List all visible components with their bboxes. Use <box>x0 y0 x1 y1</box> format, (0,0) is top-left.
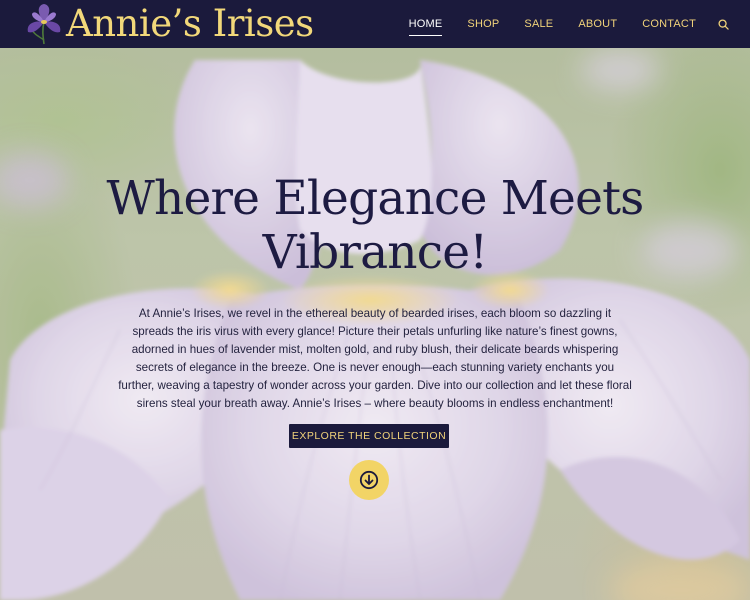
scroll-down-button[interactable] <box>349 460 389 500</box>
hero-description: At Annie’s Irises, we revel in the ether… <box>118 307 632 410</box>
main-nav: HOME SHOP SALE ABOUT CONTACT <box>384 0 730 48</box>
hero-title-line-1: Where Elegance Meets <box>106 171 645 226</box>
brand-home-link[interactable]: Annie’s Irises <box>20 0 314 48</box>
explore-collection-button[interactable]: EXPLORE THE COLLECTION <box>289 424 449 448</box>
brand-name: Annie’s Irises <box>66 2 314 45</box>
site-header: Annie’s Irises HOME SHOP SALE ABOUT CONT… <box>0 0 750 48</box>
nav-shop[interactable]: SHOP <box>467 13 499 35</box>
hero-title-line-2: Vibrance! <box>262 225 489 280</box>
search-icon <box>717 18 729 30</box>
nav-about[interactable]: ABOUT <box>578 13 617 35</box>
hero-section: Where Elegance Meets Vibrance! At Annie’… <box>0 48 750 600</box>
hero-title: Where Elegance Meets Vibrance! <box>60 172 690 280</box>
nav-sale[interactable]: SALE <box>524 13 553 35</box>
nav-home[interactable]: HOME <box>408 13 443 36</box>
arrow-down-circle-icon <box>359 470 379 490</box>
nav-contact[interactable]: CONTACT <box>642 13 696 35</box>
search-button[interactable] <box>716 17 730 31</box>
iris-flower-icon <box>27 4 61 45</box>
